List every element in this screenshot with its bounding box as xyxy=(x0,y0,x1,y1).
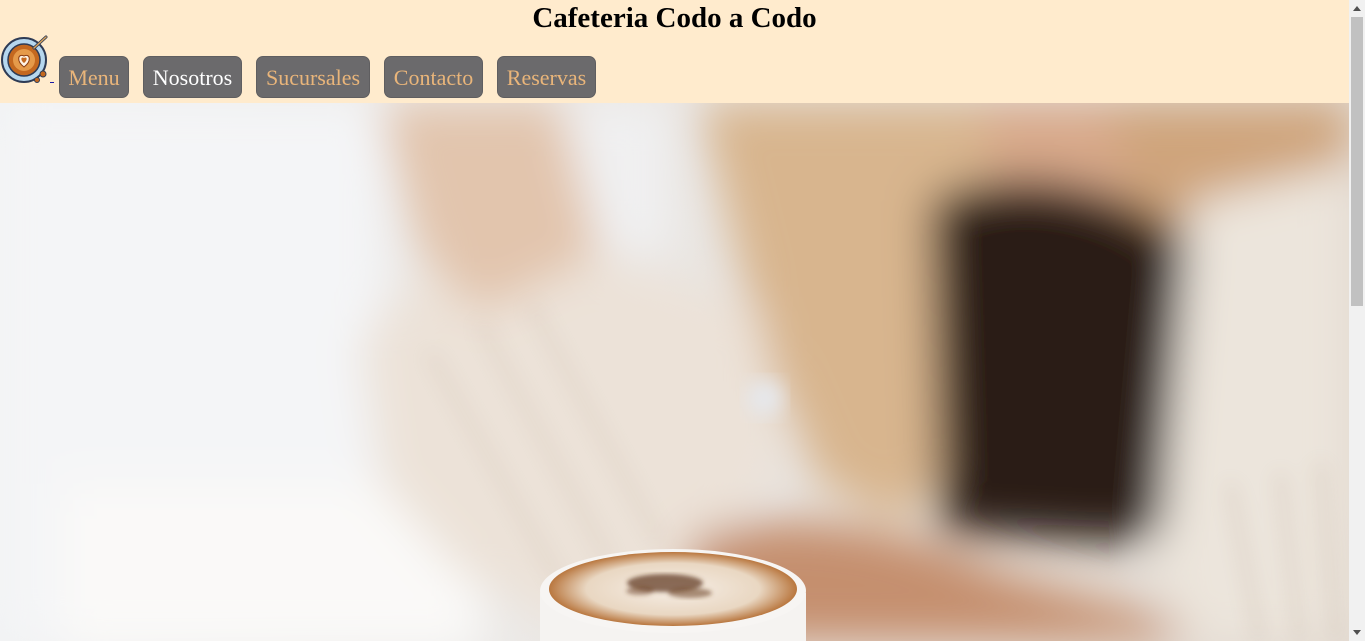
nav-contacto-button[interactable]: Contacto xyxy=(384,56,483,98)
nav-nosotros-button[interactable]: Nosotros xyxy=(143,56,242,98)
scroll-down-arrow-icon[interactable] xyxy=(1349,624,1365,641)
coffee-cup-latte-art-icon xyxy=(1,35,48,83)
scrollbar-thumb[interactable] xyxy=(1351,17,1363,306)
scroll-up-arrow-icon[interactable] xyxy=(1349,0,1365,17)
page-title: Cafeteria Codo a Codo xyxy=(532,2,817,34)
hero-image xyxy=(0,103,1349,641)
page: Cafeteria Codo a Codo Menu Nosotros Sucu… xyxy=(0,0,1349,641)
nav-sucursales-button[interactable]: Sucursales xyxy=(256,56,370,98)
nav-menu-button[interactable]: Menu xyxy=(59,56,129,98)
nav-reservas-button[interactable]: Reservas xyxy=(497,56,596,98)
vertical-scrollbar[interactable] xyxy=(1349,0,1365,641)
site-header: Cafeteria Codo a Codo Menu Nosotros Sucu… xyxy=(0,0,1349,103)
logo-link[interactable] xyxy=(0,34,54,86)
woman-holding-cappuccino-photo xyxy=(0,103,1349,641)
cappuccino-cup xyxy=(540,549,806,641)
